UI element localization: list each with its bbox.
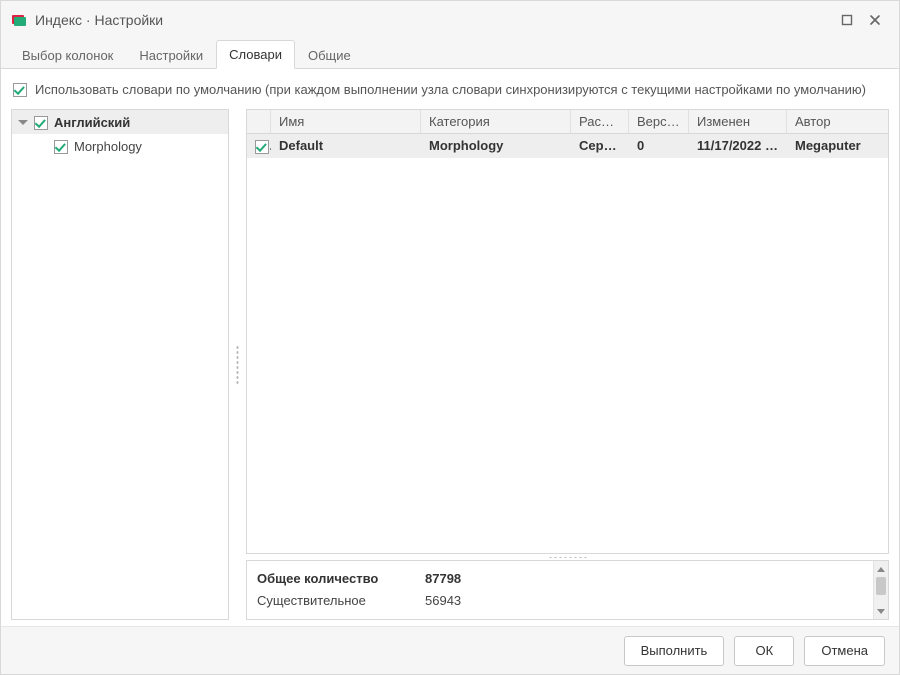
tab-content: Использовать словари по умолчанию (при к… [1, 69, 899, 626]
stats-body: Общее количество 87798 Существительное 5… [247, 561, 873, 619]
execute-button[interactable]: Выполнить [624, 636, 725, 666]
stats-panel: Общее количество 87798 Существительное 5… [246, 560, 889, 620]
tab-columns[interactable]: Выбор колонок [9, 41, 126, 69]
tree-child-row[interactable]: Morphology [12, 134, 228, 158]
grid-header-author[interactable]: Автор [787, 110, 888, 133]
scroll-track[interactable] [874, 595, 888, 603]
tree-language-row[interactable]: Английский [12, 110, 228, 134]
cancel-button[interactable]: Отмена [804, 636, 885, 666]
tab-settings[interactable]: Настройки [126, 41, 216, 69]
tab-dictionaries[interactable]: Словари [216, 40, 295, 69]
grid-body[interactable]: Default Morphology Сервер 0 11/17/2022 …… [247, 134, 888, 553]
grid-header-name[interactable]: Имя [271, 110, 421, 133]
dialog-footer: Выполнить ОК Отмена [1, 626, 899, 674]
grid-header-modified[interactable]: Изменен [689, 110, 787, 133]
scroll-up-icon[interactable] [874, 561, 888, 577]
grid-cell-category: Morphology [421, 134, 571, 158]
app-icon [11, 12, 27, 28]
stats-scrollbar[interactable] [873, 561, 888, 619]
expand-toggle-icon[interactable] [18, 120, 28, 125]
row-checkbox[interactable] [255, 140, 269, 154]
table-row[interactable]: Default Morphology Сервер 0 11/17/2022 …… [247, 134, 888, 158]
grid-header-location[interactable]: Распо… [571, 110, 629, 133]
right-panel: Имя Категория Распо… Версия Изменен Авто… [246, 109, 889, 620]
tree-child-label: Morphology [74, 139, 142, 154]
grid-cell-modified: 11/17/2022 … [689, 134, 787, 158]
language-tree[interactable]: Английский Morphology [11, 109, 229, 620]
grid-header: Имя Категория Распо… Версия Изменен Авто… [247, 110, 888, 134]
tree-language-checkbox[interactable] [34, 116, 48, 130]
settings-window: Индекс · Настройки Выбор колонок Настрой… [0, 0, 900, 675]
ok-button[interactable]: ОК [734, 636, 794, 666]
grid-cell-location: Сервер [571, 134, 629, 158]
dictionary-grid: Имя Категория Распо… Версия Изменен Авто… [246, 109, 889, 554]
tab-bar: Выбор колонок Настройки Словари Общие [1, 39, 899, 69]
grid-cell-author: Megaputer [787, 134, 888, 158]
stats-row-value: 56943 [425, 593, 505, 608]
window-title: Индекс · Настройки [35, 12, 833, 28]
stats-total-value: 87798 [425, 571, 505, 586]
grid-header-category[interactable]: Категория [421, 110, 571, 133]
scroll-thumb[interactable] [876, 577, 886, 595]
grid-cell-name: Default [271, 134, 421, 158]
grid-header-check[interactable] [247, 110, 271, 133]
titlebar: Индекс · Настройки [1, 1, 899, 39]
use-default-label: Использовать словари по умолчанию (при к… [35, 81, 866, 99]
tab-general[interactable]: Общие [295, 41, 364, 69]
close-button[interactable] [861, 6, 889, 34]
stats-total-label: Общее количество [257, 571, 407, 586]
tree-child-checkbox[interactable] [54, 140, 68, 154]
tree-language-label: Английский [54, 115, 130, 130]
grid-header-version[interactable]: Версия [629, 110, 689, 133]
vertical-splitter[interactable] [235, 109, 240, 620]
split-pane: Английский Morphology Имя Категория Расп… [11, 109, 889, 620]
scroll-down-icon[interactable] [874, 603, 888, 619]
use-default-checkbox[interactable] [13, 83, 27, 97]
stats-row-label: Существительное [257, 593, 407, 608]
use-default-option: Использовать словари по умолчанию (при к… [11, 79, 889, 109]
stats-total-row: Общее количество 87798 [257, 567, 863, 589]
maximize-button[interactable] [833, 6, 861, 34]
grid-row-check[interactable] [247, 134, 271, 158]
stats-row: Существительное 56943 [257, 589, 863, 611]
grid-cell-version: 0 [629, 134, 689, 158]
